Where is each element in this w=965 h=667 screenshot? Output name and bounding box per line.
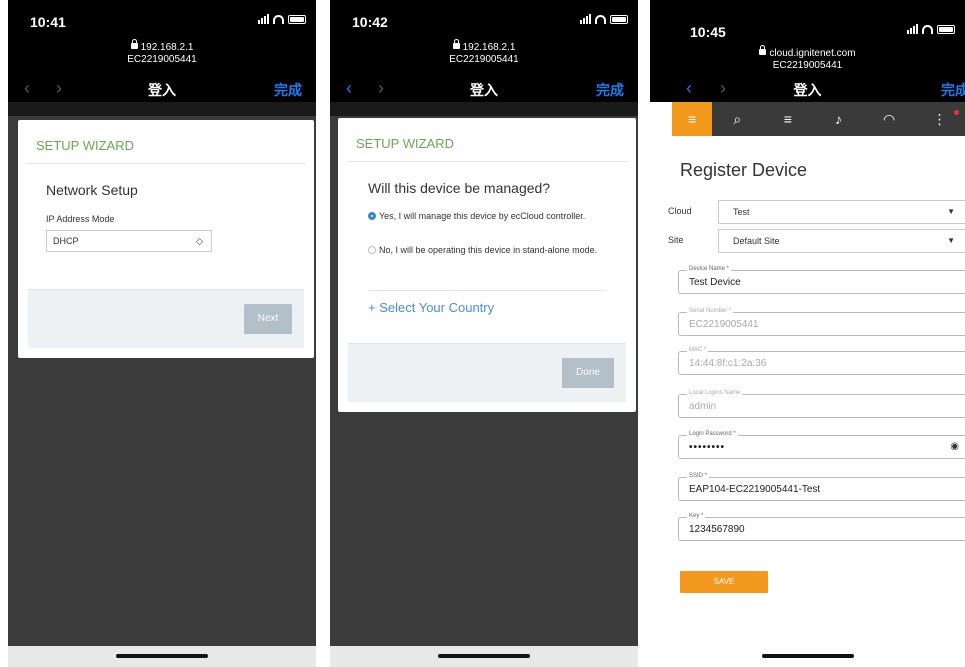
done-link[interactable]: 完成 bbox=[941, 80, 965, 100]
cellular-signal-icon bbox=[907, 24, 918, 34]
done-button[interactable]: Done bbox=[562, 358, 614, 388]
home-indicator bbox=[330, 646, 638, 667]
phone-screen-managed: 10:42 192.168.2.1 EC2219005441 ‹ › 登入 完成… bbox=[330, 0, 638, 667]
serial-number-field: Serial Number * EC2219005441 bbox=[678, 308, 965, 336]
cloud-select[interactable]: Test ▼ bbox=[718, 200, 965, 224]
url-path: EC2219005441 bbox=[127, 54, 197, 65]
radio-unselected-icon[interactable] bbox=[368, 246, 376, 254]
phone-screen-register-device: 10:45 cloud.ignitenet.com EC2219005441 ‹… bbox=[650, 0, 965, 667]
wifi-icon bbox=[273, 14, 284, 24]
setup-wizard-modal: SETUP WIZARD Network Setup IP Address Mo… bbox=[18, 120, 314, 358]
url-host: 192.168.2.1 bbox=[462, 42, 516, 53]
site-value: Default Site bbox=[733, 236, 780, 246]
wizard-title: SETUP WIZARD bbox=[26, 120, 306, 164]
antenna-icon[interactable]: ◠ bbox=[864, 102, 915, 136]
ssid-field[interactable]: SSID * EAP104-EC2219005441-Test bbox=[678, 473, 965, 501]
option-no[interactable]: No, I will be operating this device in s… bbox=[368, 244, 608, 256]
status-time: 10:42 bbox=[352, 14, 388, 30]
wizard-title: SETUP WIZARD bbox=[346, 118, 628, 162]
select-country-link[interactable]: + Select Your Country bbox=[368, 300, 494, 315]
network-setup-heading: Network Setup bbox=[46, 182, 138, 198]
option-yes-label: Yes, I will manage this device by ecClou… bbox=[379, 211, 586, 221]
url-host: 192.168.2.1 bbox=[140, 42, 194, 53]
eye-icon[interactable]: ◉ bbox=[950, 441, 959, 452]
address-bar[interactable]: 192.168.2.1 EC2219005441 bbox=[8, 38, 316, 76]
page-title: 登入 bbox=[148, 82, 176, 98]
select-arrows-icon: ◇ bbox=[196, 236, 203, 246]
hamburger-menu-icon[interactable]: ≡ bbox=[672, 102, 712, 136]
battery-icon bbox=[610, 14, 628, 24]
url-path: EC2219005441 bbox=[772, 60, 843, 71]
managed-question: Will this device be managed? bbox=[368, 180, 551, 196]
notification-dot bbox=[953, 110, 959, 115]
cloud-value: Test bbox=[733, 207, 750, 217]
site-select[interactable]: Default Site ▼ bbox=[718, 229, 965, 253]
login-password-field[interactable]: Login Password * •••••••• ◉ bbox=[678, 431, 965, 459]
lock-icon bbox=[759, 45, 767, 55]
next-button[interactable]: Next bbox=[244, 304, 292, 334]
lock-icon bbox=[130, 39, 138, 49]
url-host: cloud.ignitenet.com bbox=[769, 48, 856, 59]
done-link[interactable]: 完成 bbox=[274, 80, 302, 100]
wizard-footer: Next bbox=[28, 289, 304, 348]
ip-mode-value: DHCP bbox=[53, 236, 79, 246]
option-no-label: No, I will be operating this device in s… bbox=[379, 245, 598, 255]
radio-selected-icon[interactable] bbox=[368, 212, 376, 220]
search-icon[interactable]: ⌕ bbox=[712, 102, 763, 136]
status-bar: 10:42 bbox=[330, 0, 638, 38]
key-field[interactable]: Key * 1234567890 bbox=[678, 513, 965, 541]
caret-down-icon: ▼ bbox=[947, 236, 955, 245]
local-logins-name-field: Local Logins Name admin bbox=[678, 390, 965, 418]
page-title: 登入 bbox=[793, 82, 822, 98]
wizard-footer: Done bbox=[348, 343, 626, 402]
status-time: 10:45 bbox=[690, 24, 726, 40]
ip-mode-select[interactable]: DHCP ◇ bbox=[46, 230, 212, 252]
setup-wizard-modal: SETUP WIZARD Will this device be managed… bbox=[338, 118, 636, 412]
browser-nav-bar: ‹ › 登入 完成 bbox=[650, 76, 965, 102]
battery-icon bbox=[288, 14, 306, 24]
wifi-icon bbox=[922, 24, 933, 34]
page-title: 登入 bbox=[470, 82, 498, 98]
status-time: 10:41 bbox=[30, 14, 66, 30]
wifi-icon bbox=[595, 14, 606, 24]
ip-mode-label: IP Address Mode bbox=[46, 214, 115, 224]
browser-nav-bar: ‹ › 登入 完成 bbox=[330, 76, 638, 102]
address-bar[interactable]: 192.168.2.1 EC2219005441 bbox=[330, 38, 638, 76]
cellular-signal-icon bbox=[580, 14, 591, 24]
browser-nav-bar: ‹ › 登入 完成 bbox=[8, 76, 316, 102]
option-yes[interactable]: Yes, I will manage this device by ecClou… bbox=[368, 210, 608, 222]
status-bar: 10:41 bbox=[8, 0, 316, 38]
mac-field: MAC * 14:44:8f:c1:2a:36 bbox=[678, 347, 965, 375]
status-bar: 10:45 bbox=[650, 10, 965, 48]
cloud-label: Cloud bbox=[668, 206, 692, 216]
device-name-field[interactable]: Device Name * Test Device bbox=[678, 266, 965, 294]
address-bar[interactable]: cloud.ignitenet.com EC2219005441 bbox=[650, 45, 965, 76]
url-path: EC2219005441 bbox=[449, 54, 519, 65]
app-toolbar: ≡ ⌕ ≡ ♪ ◠ ⋮ bbox=[672, 102, 965, 136]
more-options-icon[interactable]: ⋮ bbox=[914, 102, 965, 136]
list-icon[interactable]: ≡ bbox=[763, 102, 814, 136]
site-label: Site bbox=[668, 235, 684, 245]
home-indicator bbox=[650, 646, 965, 667]
bell-icon[interactable]: ♪ bbox=[813, 102, 864, 136]
cellular-signal-icon bbox=[258, 14, 269, 24]
done-link[interactable]: 完成 bbox=[596, 80, 624, 100]
battery-icon bbox=[937, 24, 955, 34]
home-indicator bbox=[8, 646, 316, 667]
save-button[interactable]: SAVE bbox=[680, 571, 768, 593]
lock-icon bbox=[452, 39, 460, 49]
phone-screen-network-setup: 10:41 192.168.2.1 EC2219005441 ‹ › 登入 完成… bbox=[8, 0, 316, 667]
register-device-title: Register Device bbox=[680, 160, 808, 180]
caret-down-icon: ▼ bbox=[947, 207, 955, 216]
